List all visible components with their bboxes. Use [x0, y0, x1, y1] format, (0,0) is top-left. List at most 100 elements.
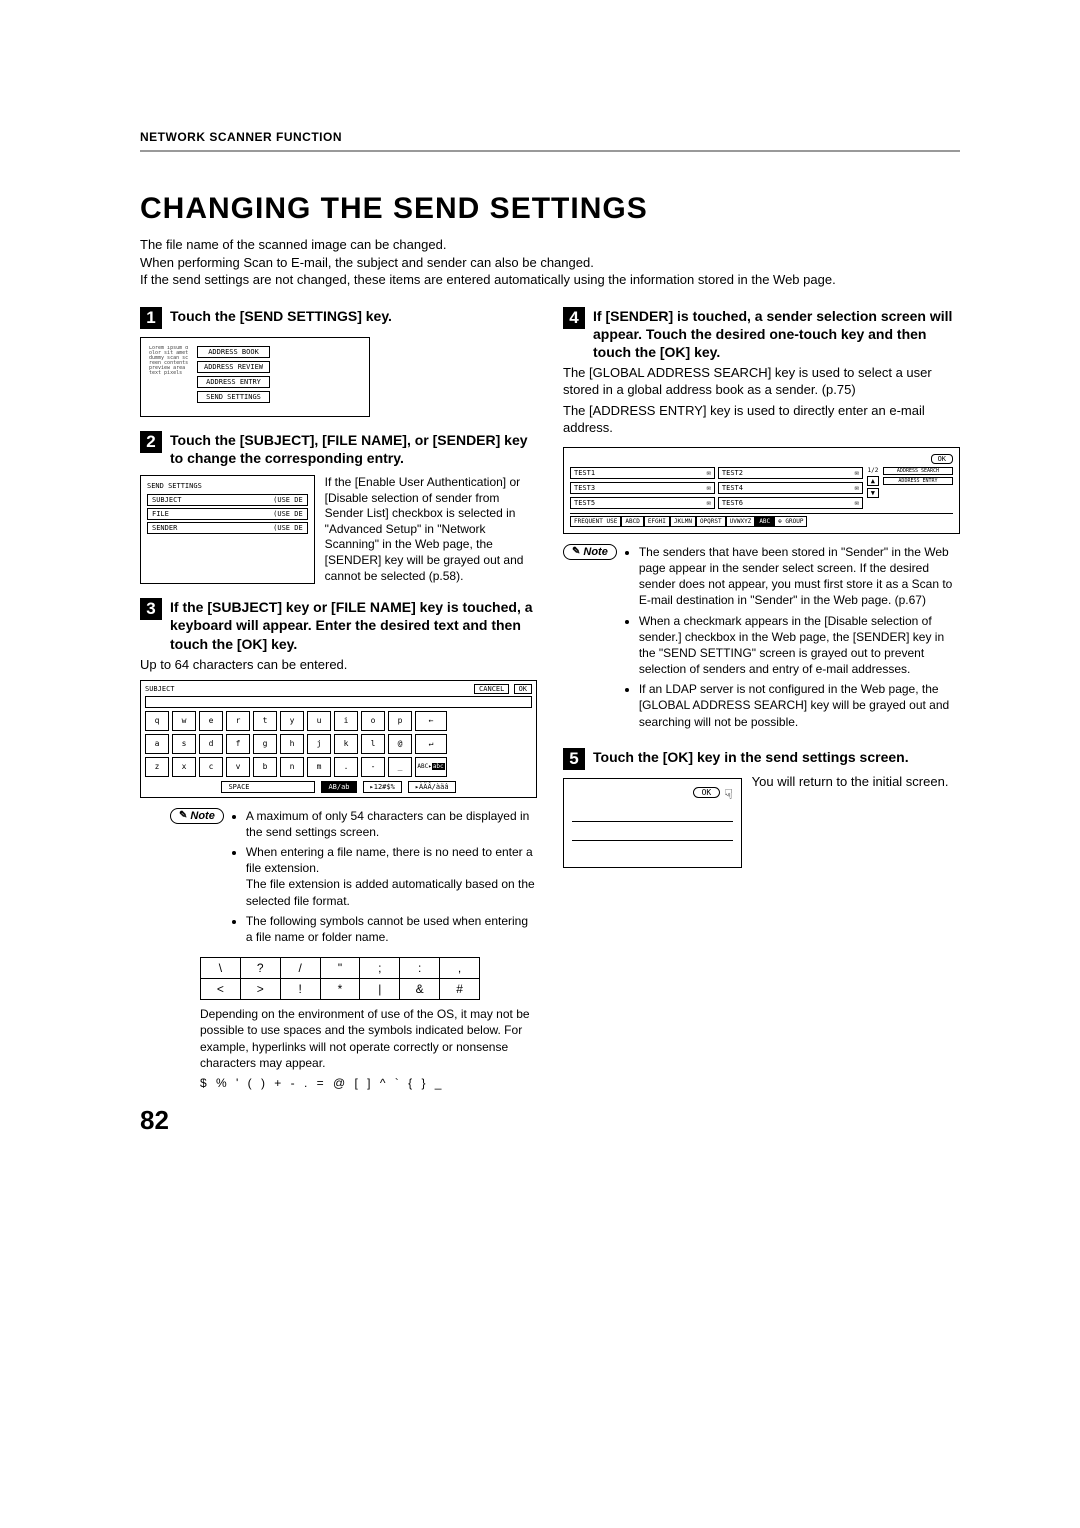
sender-item: TEST2	[722, 469, 743, 477]
step-2: 2 Touch the [SUBJECT], [FILE NAME], or […	[140, 431, 537, 585]
intro-line2: When performing Scan to E-mail, the subj…	[140, 254, 960, 272]
kb-key: p	[388, 711, 412, 731]
sender-tab: ⊕ GROUP	[774, 516, 807, 527]
symbol-cell: !	[280, 979, 320, 1000]
kb-key: t	[253, 711, 277, 731]
kb-mode-accent: ▸ÀÄÂ/àäâ	[408, 781, 456, 793]
kb-key: y	[280, 711, 304, 731]
kb-ok: OK	[514, 684, 532, 694]
figure-keyboard: SUBJECT CANCEL OK q w e r t y	[140, 680, 537, 798]
arrow-down-icon: ▼	[867, 488, 879, 498]
sender-item: TEST1	[574, 469, 595, 477]
page-number: 82	[140, 1105, 537, 1136]
note-item: A maximum of only 54 characters can be d…	[246, 808, 537, 840]
step-5-title: Touch the [OK] key in the send settings …	[593, 748, 909, 766]
kb-backspace-icon: ←	[415, 711, 447, 731]
field-file-value: (USE DE	[273, 510, 303, 518]
symbol-cell: /	[280, 958, 320, 979]
step-3: 3 If the [SUBJECT] key or [FILE NAME] ke…	[140, 598, 537, 1091]
mail-icon: ✉	[707, 499, 711, 507]
field-subject-value: (USE DE	[273, 496, 303, 504]
sender-tab: ABCD	[621, 516, 643, 527]
kb-key: u	[307, 711, 331, 731]
page-title: CHANGING THE SEND SETTINGS	[140, 192, 960, 226]
kb-key: v	[226, 757, 250, 777]
menu-address-review: ADDRESS REVIEW	[197, 361, 270, 373]
figure-screen-preview: Lorem ipsum dolor sit amet dummy scan sc…	[149, 346, 189, 408]
symbol-cell: ?	[240, 958, 280, 979]
figure-send-settings-screen: SEND SETTINGS SUBJECT(USE DE FILE(USE DE…	[140, 475, 315, 584]
step-number-3: 3	[140, 598, 162, 620]
symbol-cell: #	[440, 979, 480, 1000]
step-number-5: 5	[563, 748, 585, 770]
step4-note-list: The senders that have been stored in "Se…	[625, 544, 960, 734]
kb-row-3: z x c v b n m . - _ ABC▸abc	[145, 757, 532, 777]
sender-tab: FREQUENT USE	[570, 516, 621, 527]
kb-key: -	[361, 757, 385, 777]
kb-key: s	[172, 734, 196, 754]
mail-icon: ✉	[855, 484, 859, 492]
kb-key: d	[199, 734, 223, 754]
kb-key: f	[226, 734, 250, 754]
note-item: The senders that have been stored in "Se…	[639, 544, 960, 609]
kb-key: g	[253, 734, 277, 754]
mail-icon: ✉	[707, 469, 711, 477]
field-file: FILE	[152, 510, 169, 518]
step-2-body: If the [Enable User Authentication] or […	[325, 475, 537, 584]
btn-address-entry: ADDRESS ENTRY	[883, 477, 953, 485]
sender-tabs: FREQUENT USE ABCD EFGHI JKLMN OPQRST UVW…	[570, 513, 953, 527]
note-item: If an LDAP server is not configured in t…	[639, 681, 960, 730]
kb-key: b	[253, 757, 277, 777]
symbol-cell: ;	[360, 958, 400, 979]
step3-note-list: A maximum of only 54 characters can be d…	[232, 808, 537, 950]
btn-address-search: ADDRESS SEARCH	[883, 467, 953, 475]
kb-key: _	[388, 757, 412, 777]
step-4-title: If [SENDER] is touched, a sender selecti…	[593, 307, 960, 362]
kb-key: h	[280, 734, 304, 754]
step-4: 4 If [SENDER] is touched, a sender selec…	[563, 307, 960, 734]
symbol-list-line: $ % ' ( ) + - . = @ [ ] ^ ` { } _	[200, 1075, 537, 1091]
note-item: When a checkmark appears in the [Disable…	[639, 613, 960, 678]
kb-row-2: a s d f g h j k l @ ↵	[145, 734, 532, 754]
note-badge: Note	[563, 544, 617, 560]
sender-item: TEST4	[722, 484, 743, 492]
kb-input-field	[145, 696, 532, 708]
sender-item: TEST5	[574, 499, 595, 507]
step-number-4: 4	[563, 307, 585, 329]
symbol-cell: *	[320, 979, 360, 1000]
step-number-2: 2	[140, 431, 162, 453]
kb-cancel: CANCEL	[474, 684, 509, 694]
kb-key: l	[361, 734, 385, 754]
symbol-cell: ,	[440, 958, 480, 979]
kb-key: j	[307, 734, 331, 754]
step-3-title: If the [SUBJECT] key or [FILE NAME] key …	[170, 598, 537, 653]
kb-key: w	[172, 711, 196, 731]
mail-icon: ✉	[855, 499, 859, 507]
sender-item: TEST6	[722, 499, 743, 507]
forbidden-symbol-table: \ ? / " ; : , < > ! * | &	[200, 957, 480, 1000]
field-sender: SENDER	[152, 524, 177, 532]
kb-key: e	[199, 711, 223, 731]
kb-key: q	[145, 711, 169, 731]
kb-mode-num: ▸12#$%	[363, 781, 402, 793]
step-4-body1: The [GLOBAL ADDRESS SEARCH] key is used …	[563, 365, 960, 399]
kb-key: @	[388, 734, 412, 754]
figure-ok-screen: OK ☟	[563, 778, 742, 868]
menu-address-book: ADDRESS BOOK	[197, 346, 270, 358]
kb-row-1: q w e r t y u i o p ←	[145, 711, 532, 731]
note-item: The following symbols cannot be used whe…	[246, 913, 537, 945]
step-1: 1 Touch the [SEND SETTINGS] key. Lorem i…	[140, 307, 537, 417]
screen-title: SEND SETTINGS	[147, 482, 308, 490]
kb-mode-abab: AB/ab	[328, 783, 349, 791]
intro-text: The file name of the scanned image can b…	[140, 236, 960, 289]
ok-button: OK	[693, 787, 721, 798]
symbol-cell: :	[400, 958, 440, 979]
note-badge: Note	[170, 808, 224, 824]
sender-tab-active: ABC	[755, 516, 774, 527]
sender-ok: OK	[931, 454, 953, 464]
sender-tab: EFGHI	[644, 516, 670, 527]
figure-sender-select: OK TEST1✉ TEST2✉ TEST3✉ TEST4✉ TEST5✉ TE…	[563, 447, 960, 534]
symbol-cell: "	[320, 958, 360, 979]
step-number-1: 1	[140, 307, 162, 329]
kb-key: i	[334, 711, 358, 731]
